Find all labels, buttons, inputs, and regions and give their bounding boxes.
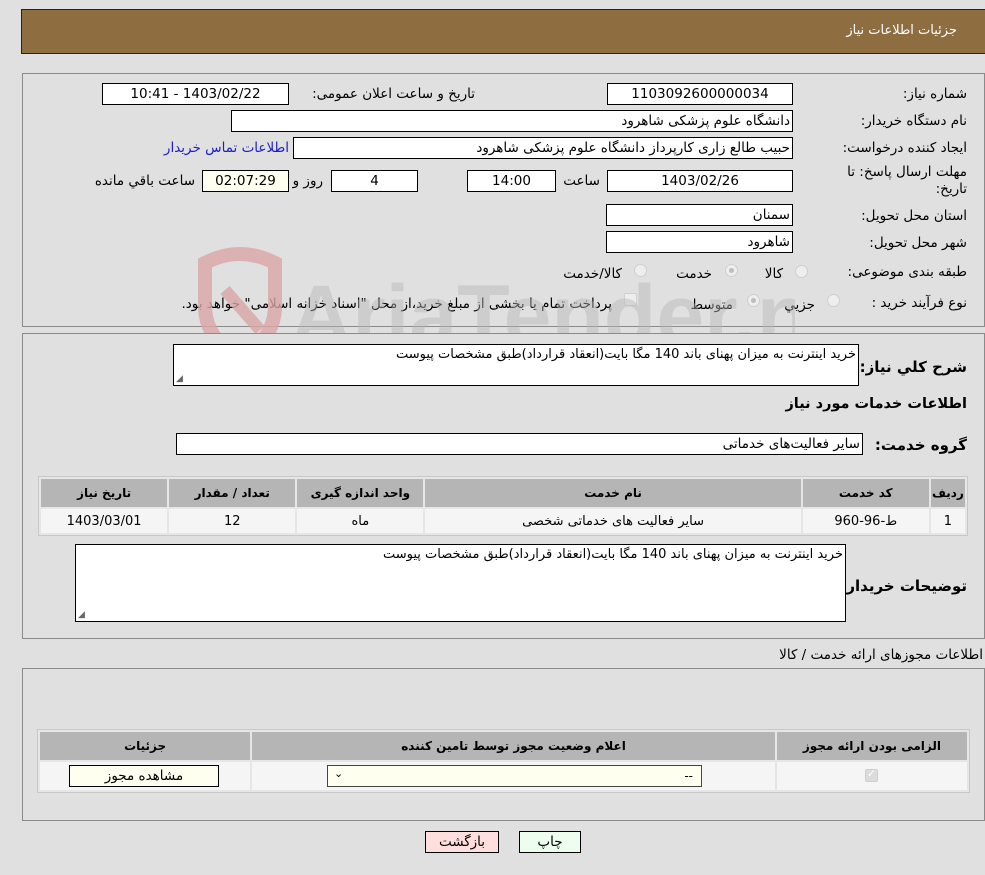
days-field: 4 bbox=[331, 170, 418, 192]
category-radio-service[interactable] bbox=[725, 264, 738, 277]
chevron-down-icon: ⌄ bbox=[334, 767, 344, 780]
col-service-code: کد خدمت bbox=[802, 479, 929, 507]
col-permit-status: اعلام وضعیت مجوز توسط تامین کننده bbox=[252, 732, 775, 760]
deadline-label: مهلت ارسال پاسخ: تا تاریخ: bbox=[847, 164, 967, 198]
process-label: نوع فرآیند خرید : bbox=[871, 295, 967, 311]
summary-label: شرح كلي نياز: bbox=[859, 358, 967, 376]
category-radio-goods[interactable] bbox=[795, 265, 808, 278]
cell-need-date: 1403/03/01 bbox=[41, 509, 168, 533]
permits-table-header: الزامی بودن ارائه مجوز اعلام وضعیت مجوز … bbox=[40, 732, 967, 760]
requester-label: ایجاد کننده درخواست: bbox=[842, 140, 967, 156]
resize-handle-icon[interactable]: ◢ bbox=[78, 610, 85, 620]
process-option-medium: متوسط bbox=[690, 297, 733, 313]
announce-datetime-field: 1403/02/22 - 10:41 bbox=[102, 83, 289, 105]
remaining-time-field: 02:07:29 bbox=[202, 170, 289, 192]
need-number-field: 1103092600000034 bbox=[607, 83, 793, 105]
category-option-goods-service: کالا/خدمت bbox=[563, 266, 622, 282]
province-field: سمنان bbox=[606, 204, 793, 226]
treasury-note: پرداخت تمام یا بخشی از مبلغ خرید،از محل … bbox=[181, 296, 612, 312]
deadline-date-field: 1403/02/26 bbox=[607, 170, 793, 192]
summary-text: خرید اینترنت به میزان پهنای باند 140 مگا… bbox=[395, 347, 856, 362]
services-table: ردیف کد خدمت نام خدمت واحد اندازه گیری ت… bbox=[38, 476, 968, 536]
cell-row-number: 1 bbox=[930, 509, 965, 533]
process-radio-medium[interactable] bbox=[747, 294, 760, 307]
cell-permit-required bbox=[776, 762, 967, 790]
permit-status-value: -- bbox=[684, 769, 693, 783]
buyer-notes-label: توضیحات خریدار: bbox=[840, 577, 967, 595]
treasury-checkbox[interactable] bbox=[624, 293, 637, 306]
category-radio-goods-service[interactable] bbox=[634, 264, 647, 277]
category-option-goods: کالا bbox=[764, 266, 783, 282]
page-header: جزئیات اطلاعات نیاز bbox=[21, 9, 985, 54]
category-label: طبقه بندی موضوعی: bbox=[847, 264, 967, 280]
col-permit-details: جزئیات bbox=[40, 732, 251, 760]
cell-quantity: 12 bbox=[169, 509, 296, 533]
buyer-org-label: نام دستگاه خریدار: bbox=[860, 113, 967, 129]
remaining-label: ساعت باقي مانده bbox=[94, 173, 195, 189]
city-field: شاهرود bbox=[606, 231, 793, 253]
permits-section-title: اطلاعات مجوزهای ارائه خدمت / کالا bbox=[779, 647, 983, 663]
cell-service-name: سایر فعالیت های خدماتی شخصی bbox=[425, 509, 801, 533]
province-label: استان محل تحویل: bbox=[861, 208, 967, 224]
service-group-label: گروه خدمت: bbox=[874, 436, 967, 454]
process-radio-small[interactable] bbox=[827, 294, 840, 307]
requester-field: حبیب طالع زاری کارپرداز دانشگاه علوم پزش… bbox=[293, 137, 793, 159]
buyer-notes-text: خرید اینترنت به میزان پهنای باند 140 مگا… bbox=[382, 547, 843, 562]
permit-status-select[interactable]: -- ⌄ bbox=[327, 765, 702, 787]
col-permit-required: الزامی بودن ارائه مجوز bbox=[776, 732, 967, 760]
days-label: روز و bbox=[292, 173, 323, 189]
cell-service-code: ط-96-960 bbox=[802, 509, 929, 533]
page-title: جزئیات اطلاعات نیاز bbox=[846, 23, 957, 38]
permit-required-checkbox bbox=[864, 767, 878, 782]
print-button[interactable]: چاپ bbox=[519, 831, 581, 853]
resize-handle-icon[interactable]: ◢ bbox=[176, 374, 183, 384]
time-label: ساعت bbox=[563, 173, 600, 189]
deadline-label-line1: مهلت ارسال پاسخ: تا bbox=[847, 164, 967, 180]
category-option-service: خدمت bbox=[676, 266, 712, 282]
service-group-field: سایر فعالیت‌های خدماتی bbox=[176, 433, 863, 455]
cell-unit: ماه bbox=[297, 509, 424, 533]
col-service-name: نام خدمت bbox=[425, 479, 801, 507]
need-number-label: شماره نیاز: bbox=[902, 86, 967, 102]
buyer-notes-textarea[interactable]: خرید اینترنت به میزان پهنای باند 140 مگا… bbox=[75, 544, 846, 622]
col-row-number: ردیف bbox=[930, 479, 965, 507]
back-button[interactable]: بازگشت bbox=[425, 831, 499, 853]
table-row: 1 ط-96-960 سایر فعالیت های خدماتی شخصی م… bbox=[41, 509, 965, 533]
deadline-time-field: 14:00 bbox=[467, 170, 556, 192]
services-section-title: اطلاعات خدمات مورد نیاز bbox=[785, 396, 967, 412]
services-table-header: ردیف کد خدمت نام خدمت واحد اندازه گیری ت… bbox=[41, 479, 965, 507]
process-option-small: جزیي bbox=[784, 297, 815, 313]
deadline-label-line2: تاریخ: bbox=[935, 181, 967, 197]
view-permit-button[interactable]: مشاهده مجوز bbox=[69, 765, 219, 787]
city-label: شهر محل تحویل: bbox=[869, 235, 967, 251]
col-need-date: تاریخ نیاز bbox=[41, 479, 168, 507]
summary-textarea[interactable]: خرید اینترنت به میزان پهنای باند 140 مگا… bbox=[173, 344, 859, 386]
col-quantity: تعداد / مقدار bbox=[169, 479, 296, 507]
announce-label: تاریخ و ساعت اعلان عمومی: bbox=[312, 86, 475, 102]
col-unit: واحد اندازه گیری bbox=[297, 479, 424, 507]
buyer-contact-link[interactable]: اطلاعات تماس خریدار bbox=[164, 140, 289, 156]
buyer-org-field: دانشگاه علوم پزشکی شاهرود bbox=[231, 110, 793, 132]
